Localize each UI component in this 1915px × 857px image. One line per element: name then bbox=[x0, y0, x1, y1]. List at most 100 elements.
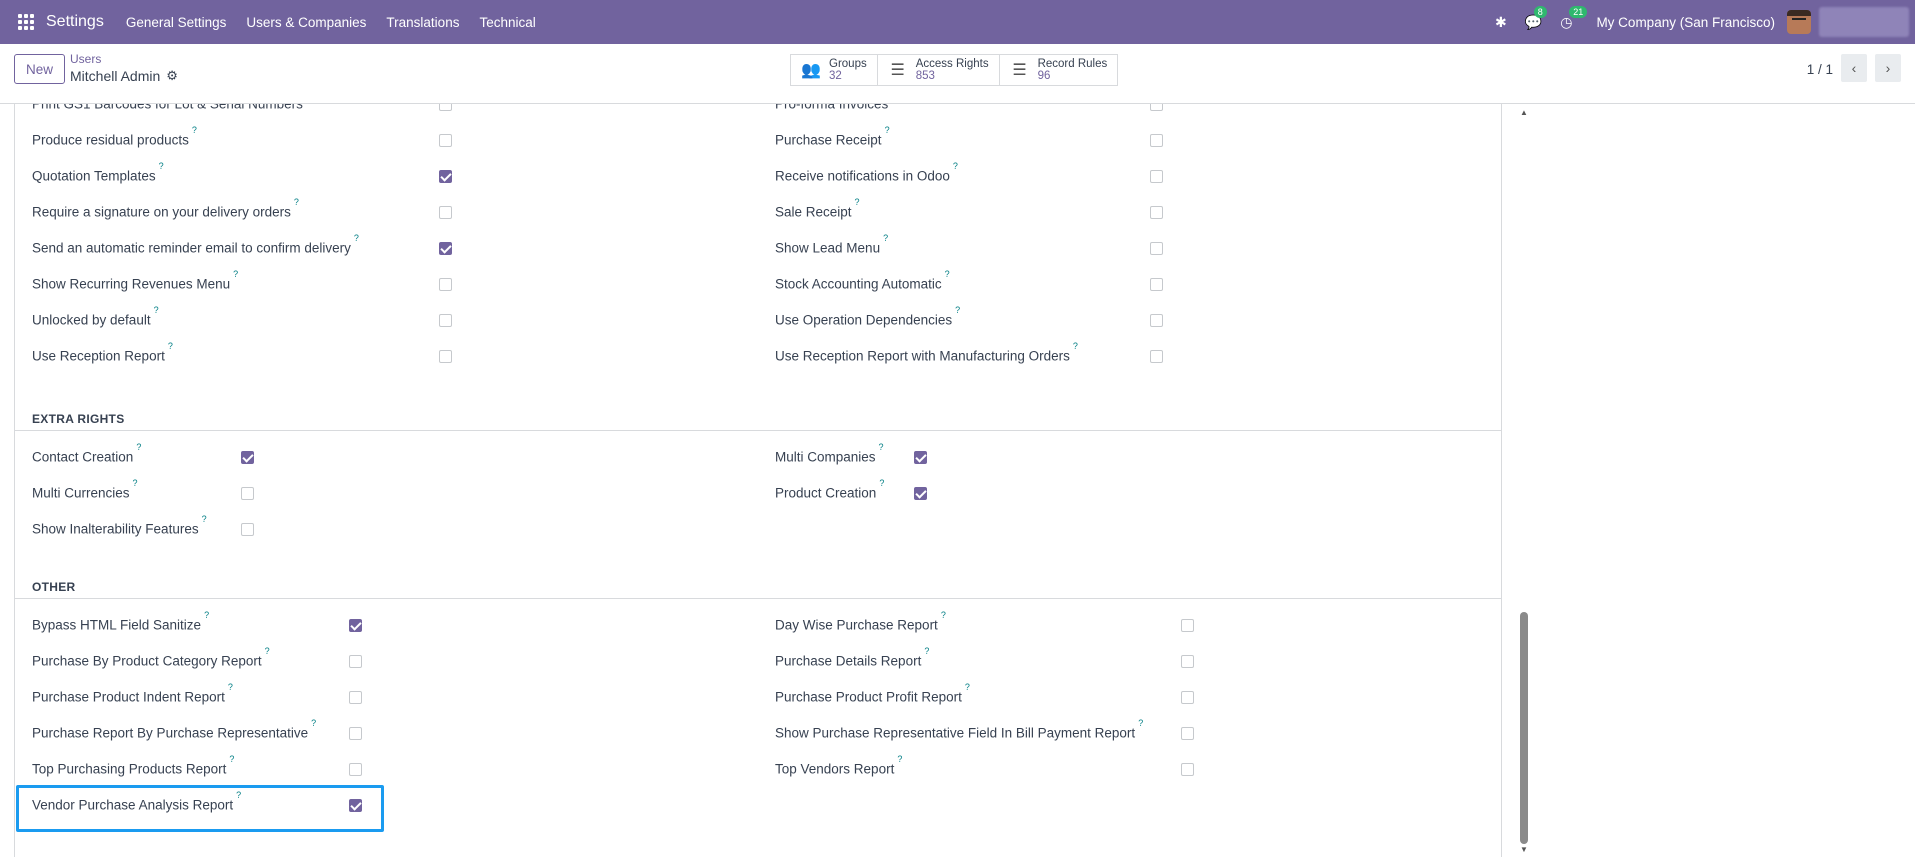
checkbox-unlocked-by-default[interactable] bbox=[439, 314, 452, 327]
pager-previous-button[interactable]: ‹ bbox=[1841, 54, 1867, 82]
user-name-blurred[interactable] bbox=[1819, 7, 1909, 37]
help-tooltip-icon[interactable]: ? bbox=[159, 161, 164, 171]
checkbox-quotation-templates[interactable] bbox=[439, 170, 452, 183]
field-label-purchase-details-report[interactable]: Purchase Details Report? bbox=[775, 646, 929, 669]
field-label-bypass-html-field-sanitize[interactable]: Bypass HTML Field Sanitize? bbox=[32, 610, 209, 633]
scroll-up-arrow-icon[interactable]: ▲ bbox=[1520, 108, 1528, 117]
field-label-purchase-by-product-category-report[interactable]: Purchase By Product Category Report? bbox=[32, 646, 270, 669]
messages-icon[interactable]: 💬 8 bbox=[1525, 5, 1547, 31]
field-label-purchase-product-profit-report[interactable]: Purchase Product Profit Report? bbox=[775, 682, 970, 705]
field-label-unlocked-by-default[interactable]: Unlocked by default? bbox=[32, 305, 159, 328]
help-tooltip-icon[interactable]: ? bbox=[897, 754, 902, 764]
access-rights-smart-button[interactable]: ☰ Access Rights 853 bbox=[878, 55, 1000, 85]
help-tooltip-icon[interactable]: ? bbox=[136, 442, 141, 452]
checkbox-top-purchasing-products-report[interactable] bbox=[349, 763, 362, 776]
field-label-use-reception-report[interactable]: Use Reception Report? bbox=[32, 341, 173, 364]
checkbox-vendor-purchase-analysis-report[interactable] bbox=[349, 799, 362, 812]
field-label-pro-forma-invoices[interactable]: Pro-forma Invoices? bbox=[775, 104, 896, 112]
company-switcher[interactable]: My Company (San Francisco) bbox=[1596, 15, 1775, 30]
field-label-vendor-purchase-analysis-report[interactable]: Vendor Purchase Analysis Report? bbox=[32, 790, 241, 813]
field-label-top-purchasing-products-report[interactable]: Top Purchasing Products Report? bbox=[32, 754, 234, 777]
pager-next-button[interactable]: › bbox=[1875, 54, 1901, 82]
checkbox-day-wise-purchase-report[interactable] bbox=[1181, 619, 1194, 632]
bug-icon[interactable]: ✱ bbox=[1495, 14, 1507, 31]
field-label-receive-notifications-in-odoo[interactable]: Receive notifications in Odoo? bbox=[775, 161, 958, 184]
field-label-multi-companies[interactable]: Multi Companies? bbox=[775, 442, 884, 465]
menu-technical[interactable]: Technical bbox=[479, 15, 535, 30]
field-label-show-purchase-representative-field-in-bill-payment-report[interactable]: Show Purchase Representative Field In Bi… bbox=[775, 718, 1143, 741]
checkbox-show-inalterability-features[interactable] bbox=[241, 523, 254, 536]
help-tooltip-icon[interactable]: ? bbox=[885, 125, 890, 135]
help-tooltip-icon[interactable]: ? bbox=[879, 478, 884, 488]
field-label-contact-creation[interactable]: Contact Creation? bbox=[32, 442, 141, 465]
field-label-day-wise-purchase-report[interactable]: Day Wise Purchase Report? bbox=[775, 610, 946, 633]
checkbox-stock-accounting-automatic[interactable] bbox=[1150, 278, 1163, 291]
field-label-print-gs1-barcodes-for-lot-serial-numbers[interactable]: Print GS1 Barcodes for Lot & Serial Numb… bbox=[32, 104, 311, 112]
help-tooltip-icon[interactable]: ? bbox=[941, 610, 946, 620]
checkbox-multi-companies[interactable] bbox=[914, 451, 927, 464]
checkbox-show-recurring-revenues-menu[interactable] bbox=[439, 278, 452, 291]
field-label-show-recurring-revenues-menu[interactable]: Show Recurring Revenues Menu? bbox=[32, 269, 238, 292]
checkbox-sale-receipt[interactable] bbox=[1150, 206, 1163, 219]
menu-translations[interactable]: Translations bbox=[386, 15, 459, 30]
checkbox-bypass-html-field-sanitize[interactable] bbox=[349, 619, 362, 632]
help-tooltip-icon[interactable]: ? bbox=[1073, 341, 1078, 351]
help-tooltip-icon[interactable]: ? bbox=[311, 718, 316, 728]
help-tooltip-icon[interactable]: ? bbox=[233, 269, 238, 279]
checkbox-show-purchase-representative-field-in-bill-payment-report[interactable] bbox=[1181, 727, 1194, 740]
user-avatar[interactable] bbox=[1787, 10, 1811, 34]
checkbox-purchase-product-indent-report[interactable] bbox=[349, 691, 362, 704]
activities-icon[interactable]: ◷ 21 bbox=[1560, 5, 1588, 31]
help-tooltip-icon[interactable]: ? bbox=[154, 305, 159, 315]
checkbox-produce-residual-products[interactable] bbox=[439, 134, 452, 147]
menu-general-settings[interactable]: General Settings bbox=[126, 15, 227, 30]
help-tooltip-icon[interactable]: ? bbox=[202, 514, 207, 524]
help-tooltip-icon[interactable]: ? bbox=[204, 610, 209, 620]
help-tooltip-icon[interactable]: ? bbox=[955, 305, 960, 315]
menu-users-companies[interactable]: Users & Companies bbox=[246, 15, 366, 30]
app-brand[interactable]: Settings bbox=[46, 13, 104, 31]
help-tooltip-icon[interactable]: ? bbox=[294, 197, 299, 207]
field-label-purchase-report-by-purchase-representative[interactable]: Purchase Report By Purchase Representati… bbox=[32, 718, 316, 741]
help-tooltip-icon[interactable]: ? bbox=[236, 790, 241, 800]
help-tooltip-icon[interactable]: ? bbox=[192, 125, 197, 135]
help-tooltip-icon[interactable]: ? bbox=[229, 754, 234, 764]
field-label-send-an-automatic-reminder-email-to-confirm-delivery[interactable]: Send an automatic reminder email to conf… bbox=[32, 233, 359, 256]
scrollbar-thumb[interactable] bbox=[1520, 612, 1528, 844]
checkbox-purchase-product-profit-report[interactable] bbox=[1181, 691, 1194, 704]
help-tooltip-icon[interactable]: ? bbox=[168, 341, 173, 351]
help-tooltip-icon[interactable]: ? bbox=[953, 161, 958, 171]
checkbox-product-creation[interactable] bbox=[914, 487, 927, 500]
checkbox-purchase-by-product-category-report[interactable] bbox=[349, 655, 362, 668]
field-label-require-a-signature-on-your-delivery-orders[interactable]: Require a signature on your delivery ord… bbox=[32, 197, 299, 220]
apps-grid-icon[interactable] bbox=[18, 14, 34, 30]
field-label-show-inalterability-features[interactable]: Show Inalterability Features? bbox=[32, 514, 207, 537]
field-label-produce-residual-products[interactable]: Produce residual products? bbox=[32, 125, 197, 148]
field-label-product-creation[interactable]: Product Creation? bbox=[775, 478, 884, 501]
checkbox-purchase-details-report[interactable] bbox=[1181, 655, 1194, 668]
field-label-multi-currencies[interactable]: Multi Currencies? bbox=[32, 478, 138, 501]
checkbox-purchase-receipt[interactable] bbox=[1150, 134, 1163, 147]
field-label-purchase-receipt[interactable]: Purchase Receipt? bbox=[775, 125, 890, 148]
checkbox-receive-notifications-in-odoo[interactable] bbox=[1150, 170, 1163, 183]
help-tooltip-icon[interactable]: ? bbox=[924, 646, 929, 656]
checkbox-use-operation-dependencies[interactable] bbox=[1150, 314, 1163, 327]
help-tooltip-icon[interactable]: ? bbox=[965, 682, 970, 692]
field-label-sale-receipt[interactable]: Sale Receipt? bbox=[775, 197, 860, 220]
field-label-use-reception-report-with-manufacturing-orders[interactable]: Use Reception Report with Manufacturing … bbox=[775, 341, 1078, 364]
field-label-use-operation-dependencies[interactable]: Use Operation Dependencies? bbox=[775, 305, 960, 328]
groups-smart-button[interactable]: 👥 Groups 32 bbox=[791, 55, 878, 85]
help-tooltip-icon[interactable]: ? bbox=[228, 682, 233, 692]
field-label-stock-accounting-automatic[interactable]: Stock Accounting Automatic? bbox=[775, 269, 950, 292]
checkbox-show-lead-menu[interactable] bbox=[1150, 242, 1163, 255]
checkbox-use-reception-report-with-manufacturing-orders[interactable] bbox=[1150, 350, 1163, 363]
field-label-quotation-templates[interactable]: Quotation Templates? bbox=[32, 161, 164, 184]
record-rules-smart-button[interactable]: ☰ Record Rules 96 bbox=[1000, 55, 1118, 85]
help-tooltip-icon[interactable]: ? bbox=[133, 478, 138, 488]
help-tooltip-icon[interactable]: ? bbox=[354, 233, 359, 243]
help-tooltip-icon[interactable]: ? bbox=[855, 197, 860, 207]
checkbox-use-reception-report[interactable] bbox=[439, 350, 452, 363]
checkbox-print-gs1-barcodes-for-lot-serial-numbers[interactable] bbox=[439, 104, 452, 111]
gear-icon[interactable]: ⚙ bbox=[166, 68, 178, 84]
scroll-down-arrow-icon[interactable]: ▼ bbox=[1520, 845, 1528, 854]
